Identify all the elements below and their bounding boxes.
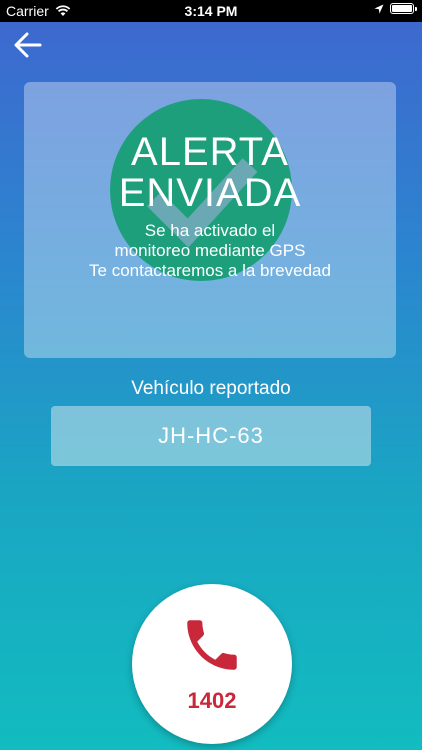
call-number: 1402 [187, 688, 237, 713]
alert-message-line3: Te contactaremos a la brevedad [89, 261, 331, 280]
status-right [374, 3, 417, 14]
alert-message-line1: Se ha activado el [144, 221, 276, 240]
phone-icon [187, 620, 237, 670]
back-button[interactable] [12, 30, 44, 60]
alert-title-line1: ALERTA [131, 130, 289, 174]
vehicle-label: Vehículo reportado [131, 378, 291, 399]
alert-card: ALERTA ENVIADA Se ha activado el monitor… [24, 82, 396, 358]
arrow-left-icon [14, 32, 42, 58]
location-arrow-icon [374, 4, 384, 13]
battery-icon [390, 3, 417, 14]
call-button[interactable]: 1402 [132, 584, 292, 744]
vehicle-plate: JH-HC-63 [51, 406, 371, 466]
alert-title-line2: ENVIADA [118, 171, 302, 215]
status-time: 3:14 PM [184, 3, 238, 19]
alert-message-line2: monitoreo mediante GPS [114, 241, 306, 260]
status-bar: Carrier 3:14 PM [0, 0, 422, 22]
